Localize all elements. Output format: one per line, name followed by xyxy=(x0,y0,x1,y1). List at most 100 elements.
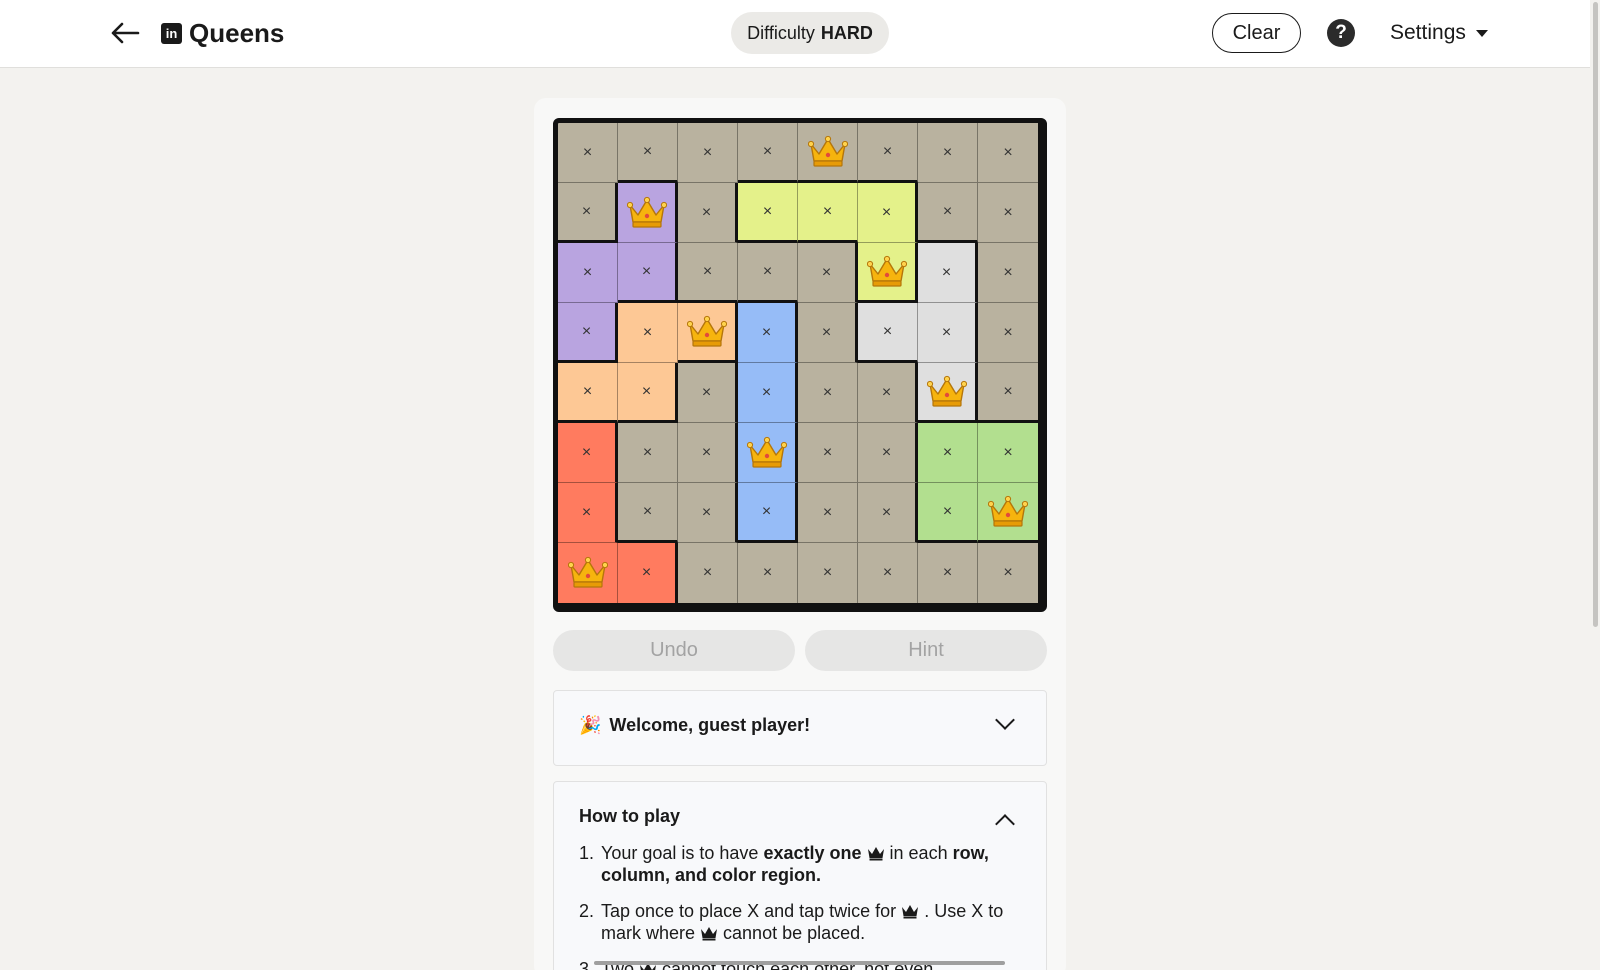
board-cell-r7c2[interactable]: × xyxy=(618,483,678,543)
hint-button[interactable]: Hint xyxy=(805,630,1047,671)
board-cell-r3c2[interactable]: × xyxy=(618,243,678,303)
board-cell-r7c7[interactable]: × xyxy=(918,483,978,543)
settings-label: Settings xyxy=(1390,21,1466,44)
board-cell-r6c5[interactable]: × xyxy=(798,423,858,483)
x-mark: × xyxy=(762,564,773,581)
board-cell-r7c3[interactable]: × xyxy=(678,483,738,543)
board-cell-r1c4[interactable]: × xyxy=(738,123,798,183)
board-cell-r4c1[interactable]: × xyxy=(558,303,618,363)
board-cell-r8c6[interactable]: × xyxy=(858,543,918,603)
queen-crown-icon xyxy=(807,135,848,169)
board-cell-r8c8[interactable]: × xyxy=(978,543,1038,603)
board-cell-r5c4[interactable]: × xyxy=(738,363,798,423)
x-mark: × xyxy=(701,203,712,221)
board-cell-r6c3[interactable]: × xyxy=(678,423,738,483)
board-cell-r8c7[interactable]: × xyxy=(918,543,978,603)
board-cell-r2c6[interactable]: × xyxy=(858,183,918,243)
board-cell-r2c4[interactable]: × xyxy=(738,183,798,243)
chevron-down-icon[interactable] xyxy=(995,710,1015,730)
board-cell-r4c4[interactable]: × xyxy=(738,303,798,363)
x-mark: × xyxy=(642,323,653,341)
board-cell-r5c3[interactable]: × xyxy=(678,363,738,423)
board-cell-r3c5[interactable]: × xyxy=(798,243,858,303)
board-cell-r3c8[interactable]: × xyxy=(978,243,1038,303)
board-cell-r6c4[interactable] xyxy=(738,423,798,483)
welcome-text: Welcome, guest player! xyxy=(609,715,811,735)
x-mark: × xyxy=(701,443,712,461)
board-cell-r3c6[interactable] xyxy=(858,243,918,303)
board-cell-r4c2[interactable]: × xyxy=(618,303,678,363)
x-mark: × xyxy=(581,202,592,220)
board-cell-r2c8[interactable]: × xyxy=(978,183,1038,243)
board-cell-r2c5[interactable]: × xyxy=(798,183,858,243)
board-cell-r6c2[interactable]: × xyxy=(618,423,678,483)
board-cell-r5c1[interactable]: × xyxy=(558,363,618,423)
queen-crown-icon xyxy=(988,495,1028,529)
board-cell-r7c1[interactable]: × xyxy=(558,483,618,543)
scrollbar-thumb[interactable] xyxy=(1593,2,1598,627)
board-cell-r5c7[interactable] xyxy=(918,363,978,423)
board-cell-r5c2[interactable]: × xyxy=(618,363,678,423)
board-cell-r4c5[interactable]: × xyxy=(798,303,858,363)
board-cell-r7c8[interactable] xyxy=(978,483,1038,543)
board-cell-r3c1[interactable]: × xyxy=(558,243,618,303)
x-mark: × xyxy=(1003,203,1013,221)
difficulty-level: HARD xyxy=(820,22,873,43)
x-mark: × xyxy=(761,383,772,401)
board-cell-r8c3[interactable]: × xyxy=(678,543,738,603)
x-mark: × xyxy=(822,564,833,581)
board-cell-r5c8[interactable]: × xyxy=(978,363,1038,423)
board-cell-r2c7[interactable]: × xyxy=(918,183,978,243)
x-mark: × xyxy=(822,202,833,220)
undo-button[interactable]: Undo xyxy=(553,630,795,671)
board-cell-r6c1[interactable]: × xyxy=(558,423,618,483)
board-cell-r4c6[interactable]: × xyxy=(858,303,918,363)
board-cell-r7c5[interactable]: × xyxy=(798,483,858,543)
top-bar: in Queens Difficulty HARD Clear ? Settin… xyxy=(0,0,1600,68)
back-button[interactable] xyxy=(108,16,142,50)
settings-dropdown[interactable]: Settings xyxy=(1390,15,1488,51)
board-cell-r6c7[interactable]: × xyxy=(918,423,978,483)
welcome-card[interactable]: 🎉 Welcome, guest player! xyxy=(553,690,1047,766)
board-cell-r6c6[interactable]: × xyxy=(858,423,918,483)
board-cell-r5c6[interactable]: × xyxy=(858,363,918,423)
board-cell-r1c7[interactable]: × xyxy=(918,123,978,183)
help-icon[interactable]: ? xyxy=(1327,19,1355,47)
x-mark: × xyxy=(821,263,832,281)
board-cell-r8c5[interactable]: × xyxy=(798,543,858,603)
board-cell-r3c3[interactable]: × xyxy=(678,243,738,303)
board-cell-r1c3[interactable]: × xyxy=(678,123,738,183)
board-cell-r3c4[interactable]: × xyxy=(738,243,798,303)
how-to-play-card: How to play 1. Your goal is to have exac… xyxy=(553,781,1047,970)
board-cell-r1c5[interactable] xyxy=(798,123,858,183)
x-mark: × xyxy=(701,383,712,401)
chevron-up-icon[interactable] xyxy=(995,814,1015,834)
board-cell-r8c4[interactable]: × xyxy=(738,543,798,603)
x-mark: × xyxy=(641,262,652,280)
x-mark: × xyxy=(1003,443,1013,461)
linkedin-logo-icon: in xyxy=(161,22,182,44)
board-cell-r4c3[interactable] xyxy=(678,303,738,363)
board-cell-r2c2[interactable] xyxy=(618,183,678,243)
board-cell-r7c4[interactable]: × xyxy=(738,483,798,543)
queen-crown-icon xyxy=(866,255,907,289)
board-cell-r1c2[interactable]: × xyxy=(618,123,678,183)
board-cell-r7c6[interactable]: × xyxy=(858,483,918,543)
board-cell-r1c8[interactable]: × xyxy=(978,123,1038,183)
board-cell-r4c8[interactable]: × xyxy=(978,303,1038,363)
board-cell-r1c1[interactable]: × xyxy=(558,123,618,183)
vertical-scrollbar[interactable] xyxy=(1590,0,1600,970)
board-cell-r2c3[interactable]: × xyxy=(678,183,738,243)
board-cell-r8c1[interactable] xyxy=(558,543,618,603)
x-mark: × xyxy=(942,202,953,220)
clear-button[interactable]: Clear xyxy=(1212,13,1301,53)
board-cell-r3c7[interactable]: × xyxy=(918,243,978,303)
board-cell-r4c7[interactable]: × xyxy=(918,303,978,363)
board-cell-r5c5[interactable]: × xyxy=(798,363,858,423)
board-cell-r1c6[interactable]: × xyxy=(858,123,918,183)
horizontal-scrollbar[interactable] xyxy=(594,961,1005,965)
board-cell-r8c2[interactable]: × xyxy=(618,543,678,603)
board-cell-r2c1[interactable]: × xyxy=(558,183,618,243)
x-mark: × xyxy=(881,503,892,521)
board-cell-r6c8[interactable]: × xyxy=(978,423,1038,483)
